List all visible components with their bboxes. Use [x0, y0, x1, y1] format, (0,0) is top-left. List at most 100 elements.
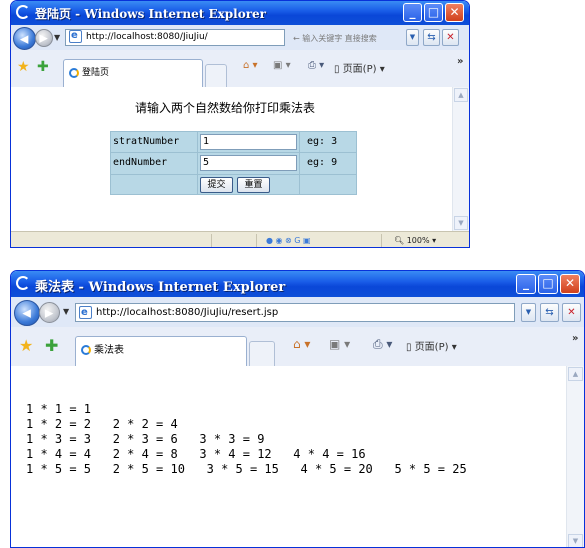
- address-url: http://localhost:8080/JiuJiu/: [86, 32, 208, 42]
- page-menu[interactable]: ▯ 页面(P) ▾: [406, 338, 457, 353]
- window-title: 登陆页 - Windows Internet Explorer: [35, 7, 266, 21]
- status-bar: ● ◉ ⊗ G ▣ 🔍︎ 100% ▾: [11, 231, 469, 247]
- chevron-more-icon[interactable]: »: [457, 56, 463, 67]
- history-dropdown-icon[interactable]: ▼: [54, 33, 60, 42]
- table-row: 1 * 2 = 2 2 * 2 = 4: [26, 417, 178, 431]
- address-input[interactable]: http://localhost:8080/JiuJiu/: [65, 29, 285, 46]
- page-icon: [69, 30, 82, 43]
- tab-login[interactable]: 登陆页: [63, 59, 203, 87]
- stop-button[interactable]: ✕: [442, 29, 459, 46]
- form-divider: [299, 132, 300, 194]
- start-number-input[interactable]: 1: [200, 134, 297, 150]
- refresh-icon: ⇆: [545, 307, 554, 318]
- favorites-star-icon[interactable]: ★: [17, 59, 30, 75]
- page-menu[interactable]: ▯ 页面(P) ▾: [334, 60, 385, 75]
- close-button[interactable]: ✕: [560, 274, 580, 294]
- scroll-up-icon[interactable]: ▲: [454, 88, 468, 102]
- status-divider: [211, 234, 212, 247]
- address-bar-row: ◀ ▶ ▼ http://localhost:8080/JiuJiu/reser…: [11, 297, 584, 328]
- end-number-label: endNumber: [113, 157, 168, 168]
- favorites-star-icon[interactable]: ★: [19, 336, 33, 355]
- history-dropdown-icon[interactable]: ▼: [63, 307, 69, 316]
- ie-logo-icon: [16, 276, 30, 290]
- form-heading: 请输入两个自然数给你打印乘法表: [135, 101, 316, 115]
- forward-arrow-icon: ▶: [44, 306, 54, 319]
- end-number-hint: eg: 9: [307, 157, 338, 168]
- page-content: 1 * 1 = 1 1 * 2 = 2 2 * 2 = 4 1 * 3 = 3 …: [11, 366, 567, 547]
- new-tab-button[interactable]: [205, 64, 227, 87]
- print-icon[interactable]: ⎙ ▾: [373, 337, 392, 352]
- minimize-button[interactable]: _: [516, 274, 536, 294]
- scroll-down-icon[interactable]: ▼: [454, 216, 468, 230]
- forward-arrow-icon: ▶: [39, 31, 48, 45]
- zoom-level[interactable]: 🔍︎ 100% ▾: [394, 236, 436, 245]
- input-form: stratNumber 1 eg: 3 endNumber 5 eg: 9 提交…: [110, 131, 357, 195]
- forward-button[interactable]: ▶: [39, 302, 60, 323]
- status-divider: [381, 234, 382, 247]
- scroll-down-icon[interactable]: ▼: [568, 534, 583, 547]
- address-bar-row: ◀ ▶ ▼ http://localhost:8080/JiuJiu/ ← 输入…: [11, 25, 469, 51]
- minimize-button[interactable]: _: [403, 3, 422, 22]
- close-button[interactable]: ✕: [445, 3, 464, 22]
- search-placeholder: 输入关键字 直接搜索: [302, 34, 377, 43]
- table-row: 1 * 5 = 5 2 * 5 = 10 3 * 5 = 15 4 * 5 = …: [26, 462, 467, 476]
- chevron-more-icon[interactable]: »: [572, 333, 578, 344]
- forward-button[interactable]: ▶: [35, 29, 53, 47]
- address-dropdown-button[interactable]: ▼: [521, 303, 536, 322]
- zoom-value: 100%: [406, 236, 430, 245]
- form-divider: [111, 174, 356, 175]
- ie-logo-icon: [16, 5, 30, 19]
- page-menu-label: 页面(P): [342, 64, 377, 75]
- search-input[interactable]: ← 输入关键字 直接搜索: [293, 33, 377, 44]
- start-number-hint: eg: 3: [307, 136, 338, 147]
- stop-icon: ✕: [446, 32, 455, 43]
- browser-window-login: 登陆页 - Windows Internet Explorer _ □ ✕ ◀ …: [10, 0, 470, 248]
- page-menu-label: 页面(P): [414, 342, 449, 353]
- feeds-icon[interactable]: ▣ ▾: [273, 60, 291, 71]
- scroll-up-icon[interactable]: ▲: [568, 367, 583, 381]
- tab-multiplication[interactable]: 乘法表: [75, 336, 247, 366]
- table-row: 1 * 3 = 3 2 * 3 = 6 3 * 3 = 9: [26, 432, 265, 446]
- new-tab-button[interactable]: [249, 341, 275, 366]
- refresh-button[interactable]: ⇆: [540, 303, 559, 322]
- address-input[interactable]: http://localhost:8080/JiuJiu/resert.jsp: [75, 303, 515, 322]
- tab-label: 乘法表: [94, 345, 124, 356]
- form-divider: [197, 132, 198, 194]
- back-arrow-icon: ◀: [19, 32, 29, 45]
- form-divider: [111, 152, 356, 153]
- address-url: http://localhost:8080/JiuJiu/resert.jsp: [96, 307, 279, 318]
- home-icon[interactable]: ⌂ ▾: [243, 60, 258, 71]
- tab-bar: ★ ✚ 乘法表 ⌂ ▾ ▣ ▾ ⎙ ▾ ▯ 页面(P) ▾ »: [11, 327, 584, 367]
- stop-icon: ✕: [567, 307, 576, 318]
- ie-tab-icon: [69, 67, 79, 78]
- reset-button[interactable]: 重置: [237, 177, 270, 193]
- add-favorites-icon[interactable]: ✚: [37, 59, 49, 75]
- maximize-button[interactable]: □: [538, 274, 558, 294]
- table-row: 1 * 4 = 4 2 * 4 = 8 3 * 4 = 12 4 * 4 = 1…: [26, 447, 366, 461]
- print-icon[interactable]: ⎙ ▾: [308, 60, 324, 71]
- title-bar[interactable]: 登陆页 - Windows Internet Explorer _ □ ✕: [11, 1, 469, 25]
- back-button[interactable]: ◀: [14, 300, 40, 326]
- home-icon[interactable]: ⌂ ▾: [293, 337, 310, 351]
- back-button[interactable]: ◀: [13, 27, 36, 50]
- vertical-scrollbar[interactable]: ▲ ▼: [566, 366, 584, 547]
- ie-tab-icon: [81, 345, 91, 355]
- maximize-button[interactable]: □: [424, 3, 443, 22]
- security-zone-icon: ● ◉ ⊗ G ▣: [266, 236, 311, 245]
- window-title: 乘法表 - Windows Internet Explorer: [35, 280, 286, 295]
- start-number-label: stratNumber: [113, 136, 180, 147]
- tab-label: 登陆页: [82, 68, 110, 78]
- page-icon: [79, 304, 92, 321]
- end-number-input[interactable]: 5: [200, 155, 297, 171]
- address-dropdown-button[interactable]: ▼: [406, 29, 419, 46]
- stop-button[interactable]: ✕: [562, 303, 581, 322]
- submit-button[interactable]: 提交: [200, 177, 233, 193]
- title-bar[interactable]: 乘法表 - Windows Internet Explorer _ □ ✕: [11, 271, 584, 297]
- refresh-button[interactable]: ⇆: [423, 29, 440, 46]
- table-row: 1 * 1 = 1: [26, 402, 92, 416]
- feeds-icon[interactable]: ▣ ▾: [329, 337, 350, 351]
- status-divider: [256, 234, 257, 247]
- vertical-scrollbar[interactable]: ▲ ▼: [452, 87, 469, 231]
- add-favorites-icon[interactable]: ✚: [45, 336, 58, 355]
- refresh-icon: ⇆: [427, 32, 436, 43]
